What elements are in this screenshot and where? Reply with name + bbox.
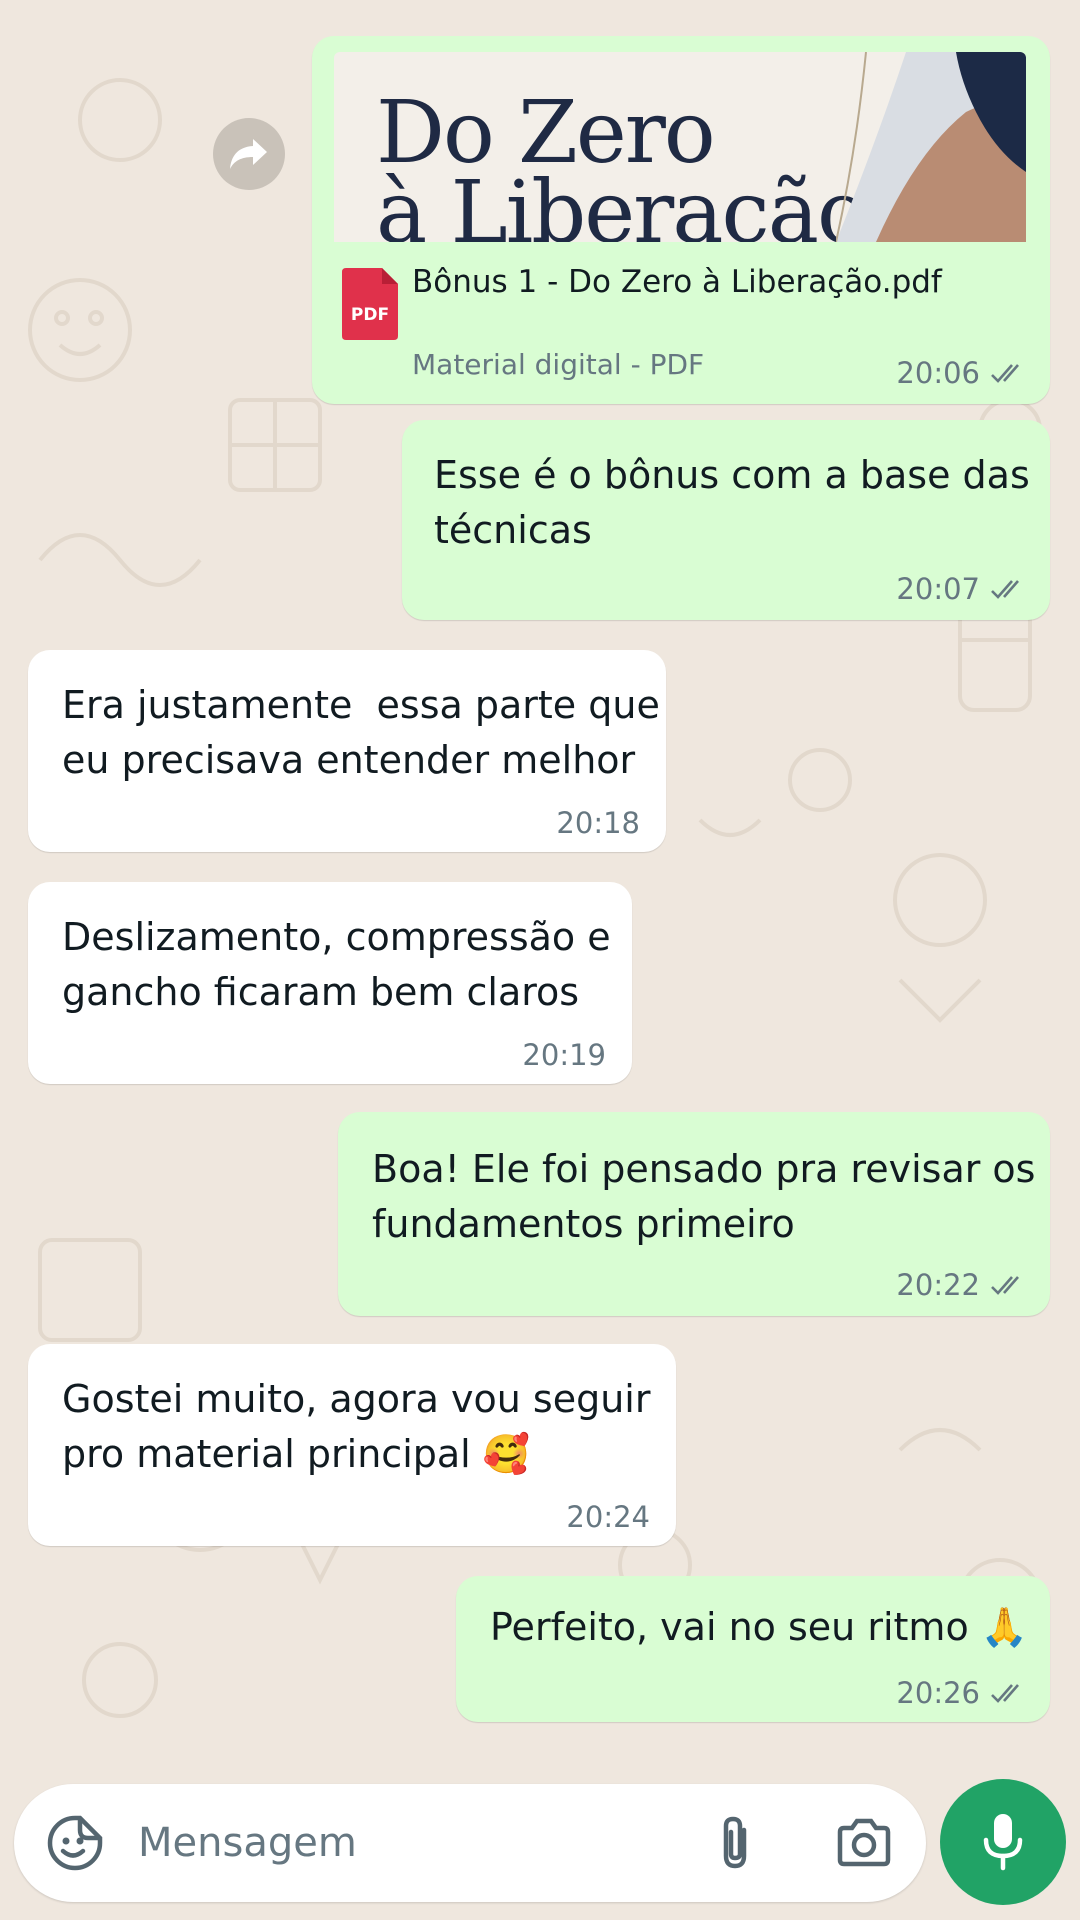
preview-title-line2: à Liberação — [376, 163, 869, 242]
read-ticks-icon — [991, 1684, 1019, 1703]
message-bubble-incoming[interactable]: Gostei muito, agora vou seguir pro mater… — [28, 1344, 676, 1546]
message-bubble-outgoing[interactable]: Boa! Ele foi pensado pra revisar os fund… — [338, 1112, 1050, 1316]
sticker-icon[interactable] — [46, 1814, 104, 1872]
pdf-file-icon: PDF — [342, 268, 398, 340]
camera-icon[interactable] — [836, 1818, 892, 1868]
message-meta: 20:19 — [522, 1038, 606, 1072]
message-text: Perfeito, vai no seu ritmo 🙏 — [490, 1605, 1029, 1649]
message-text: Boa! Ele foi pensado pra revisar os fund… — [372, 1147, 1036, 1246]
message-input-placeholder[interactable]: Mensagem — [138, 1820, 357, 1866]
message-text: Deslizamento, compressão e gancho ficara… — [62, 915, 611, 1014]
pdf-badge-label: PDF — [351, 305, 389, 325]
read-ticks-icon — [991, 1276, 1019, 1295]
message-text: Gostei muito, agora vou seguir pro mater… — [62, 1377, 651, 1476]
message-meta: 20:07 — [896, 572, 1030, 606]
message-time: 20:22 — [896, 1268, 980, 1302]
voice-message-button[interactable] — [940, 1779, 1066, 1905]
attach-icon[interactable] — [714, 1814, 756, 1872]
message-time: 20:18 — [556, 806, 640, 840]
message-meta: 20:24 — [566, 1500, 650, 1534]
message-text: Era justamente essa parte que eu precisa… — [62, 683, 660, 782]
message-time: 20:19 — [522, 1038, 606, 1072]
document-preview-thumbnail[interactable]: Do Zero à Liberação — [334, 52, 1026, 242]
document-subtitle: Material digital - PDF — [412, 348, 705, 381]
read-ticks-icon — [991, 580, 1019, 599]
message-bubble-outgoing[interactable]: Esse é o bônus com a base das técnicas 2… — [402, 420, 1050, 620]
message-meta: 20:18 — [556, 806, 640, 840]
message-meta: 20:26 — [896, 1676, 1030, 1710]
document-file-name: Bônus 1 - Do Zero à Liberação.pdf — [412, 264, 942, 300]
mic-icon — [983, 1814, 1023, 1871]
message-time: 20:26 — [896, 1676, 980, 1710]
message-meta: 20:06 — [896, 356, 1030, 390]
preview-photo — [836, 52, 1026, 242]
read-ticks-icon — [991, 364, 1019, 383]
message-bubble-incoming[interactable]: Deslizamento, compressão e gancho ficara… — [28, 882, 632, 1084]
message-meta: 20:22 — [896, 1268, 1030, 1302]
message-input-bar[interactable]: Mensagem — [14, 1784, 926, 1902]
document-message[interactable]: Do Zero à Liberação PDF Bônus 1 - Do Zer… — [312, 36, 1050, 404]
message-text: Esse é o bônus com a base das técnicas — [434, 453, 1030, 552]
message-time: 20:07 — [896, 572, 980, 606]
message-time: 20:24 — [566, 1500, 650, 1534]
forward-button[interactable] — [213, 118, 285, 190]
message-bubble-outgoing[interactable]: Perfeito, vai no seu ritmo 🙏 20:26 — [456, 1576, 1050, 1722]
forward-icon — [230, 139, 267, 169]
message-time: 20:06 — [896, 356, 980, 390]
message-bubble-incoming[interactable]: Era justamente essa parte que eu precisa… — [28, 650, 666, 852]
